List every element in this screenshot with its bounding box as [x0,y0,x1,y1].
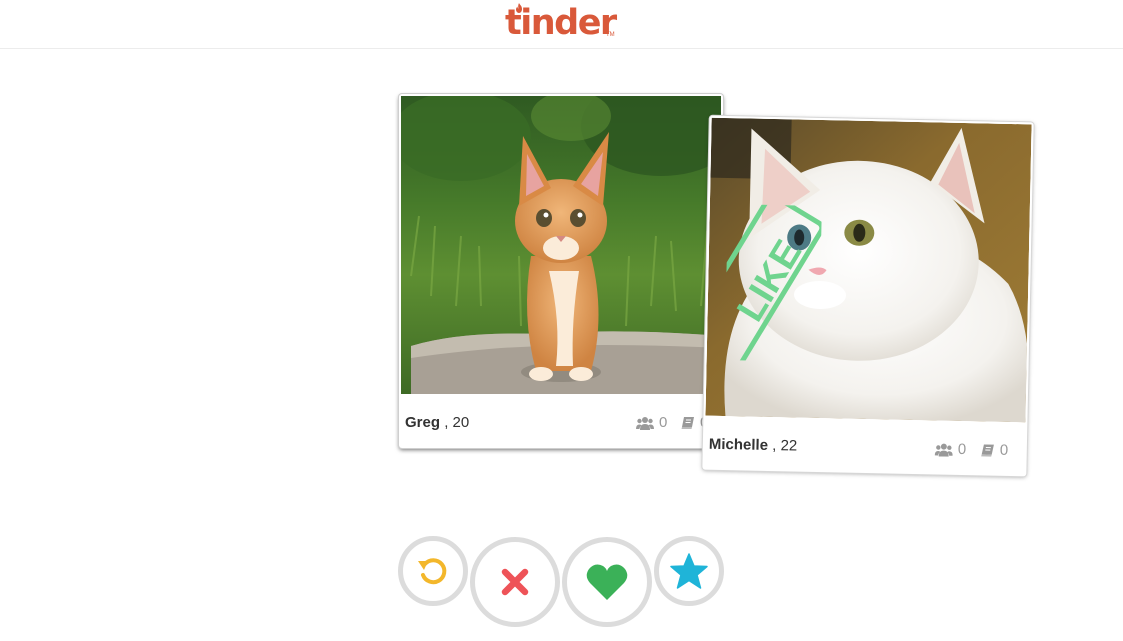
top-bar: tinder TM [0,0,1123,49]
friends-icon [636,416,654,430]
friends-count: 0 [659,414,668,431]
logo-text: tinder [505,3,617,43]
profile-name-age: Michelle , 22 [709,436,798,455]
friends-stat: 0 [636,414,667,431]
nope-button[interactable] [470,537,560,627]
friends-icon [934,443,953,457]
name-age-separator: , [444,414,449,431]
interests-count: 0 [999,441,1009,459]
logo-trademark: TM [606,32,615,38]
like-button[interactable] [562,537,652,627]
orange-kitten-photo [401,96,721,394]
superlike-button[interactable] [654,536,724,606]
profile-age: 20 [452,414,470,431]
undo-button[interactable] [398,536,468,606]
profile-age: 22 [780,437,798,455]
tinder-logo[interactable]: tinder TM [505,2,617,44]
profile-photo [401,96,721,394]
profile-photo: LIKE [705,117,1032,423]
profile-name-age: Greg , 20 [405,414,469,431]
profile-name: Michelle [708,435,769,454]
profile-card-greg[interactable]: Greg , 20 0 0 [399,94,723,448]
friends-stat: 0 [934,440,967,459]
card-footer: Greg , 20 0 0 [399,394,723,448]
star-icon [670,553,708,589]
book-icon [981,443,994,457]
close-icon [501,568,529,596]
book-icon [681,416,694,429]
undo-icon [418,558,447,585]
like-stamp: LIKE [724,204,822,362]
card-footer: Michelle , 22 0 0 [702,416,1027,477]
heart-icon [586,564,628,600]
interests-stat: 0 [981,441,1009,459]
friends-count: 0 [957,440,967,459]
profile-name: Greg [405,414,441,431]
name-age-separator: , [772,437,777,455]
profile-card-michelle[interactable]: LIKE Michelle , 22 0 0 [702,115,1034,477]
